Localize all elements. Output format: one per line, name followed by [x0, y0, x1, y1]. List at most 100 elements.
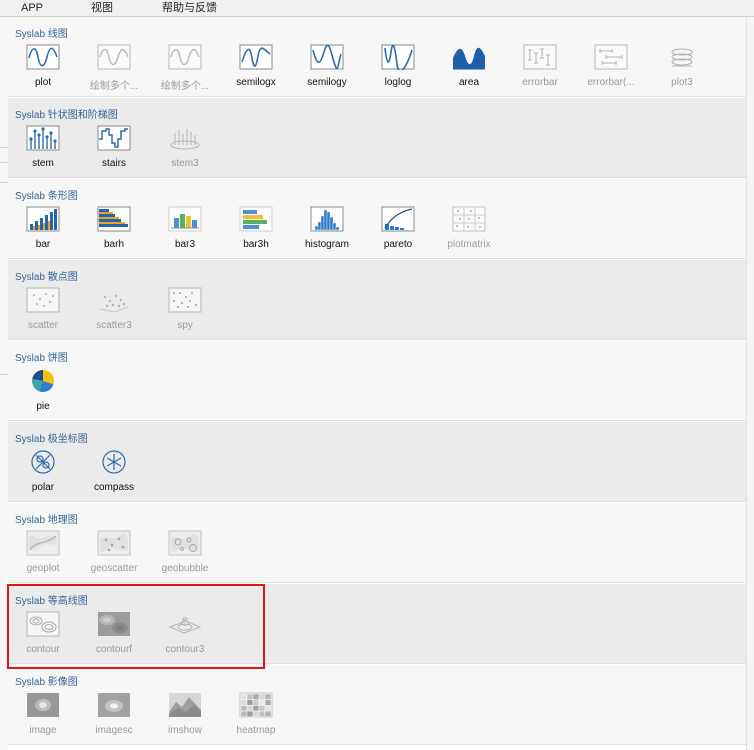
plot-type-label: compass	[93, 482, 134, 493]
plot-multi-icon	[168, 44, 202, 70]
plot-type-label: stem3	[171, 158, 199, 169]
plot-type-button[interactable]: bar	[8, 206, 78, 254]
scatter-icon	[26, 287, 60, 313]
plot-type-button[interactable]: geobubble	[150, 530, 220, 578]
section-title: Syslab 散点图	[15, 272, 78, 283]
plot-type-label: stem	[32, 158, 54, 169]
plot-type-button[interactable]: semilogx	[221, 44, 291, 92]
errorbar-horizontal-icon	[594, 44, 628, 70]
plot-type-button[interactable]: errorbar(...	[576, 44, 646, 92]
plot-type-button[interactable]: 绘制多个...	[79, 44, 149, 92]
plot-type-button[interactable]: polar	[8, 449, 78, 497]
plot-type-label: errorbar(...	[587, 77, 635, 88]
plot-type-button[interactable]: bar3	[150, 206, 220, 254]
plot-type-button[interactable]: scatter	[8, 287, 78, 335]
plot-type-button[interactable]: geoplot	[8, 530, 78, 578]
section-title: Syslab 极坐标图	[15, 434, 88, 445]
plot-type-label: plotmatrix	[447, 239, 491, 250]
plotmatrix-icon	[452, 206, 486, 232]
section-title: Syslab 针状图和阶梯图	[15, 110, 118, 121]
plot-type-button[interactable]: stem	[8, 125, 78, 173]
section-title: Syslab 条形图	[15, 191, 78, 202]
plot-type-label: errorbar	[522, 77, 558, 88]
menu-app[interactable]: APP	[21, 1, 43, 15]
plot-type-button[interactable]: stem3	[150, 125, 220, 173]
plot-type-label: barh	[103, 239, 124, 250]
image-icon	[26, 692, 60, 718]
gallery-section: Syslab 散点图 scatter scatter3 spy	[8, 260, 746, 340]
plot-type-label: spy	[177, 320, 193, 331]
gallery-section: Syslab 地理图 geoplot geoscatter geobubble	[8, 503, 746, 583]
barh-icon	[97, 206, 131, 232]
section-title: Syslab 线图	[15, 29, 68, 40]
histogram-icon	[310, 206, 344, 232]
plot-type-label: bar3h	[243, 239, 269, 250]
plot-type-label: 绘制多个...	[160, 81, 210, 92]
area-icon	[452, 44, 486, 70]
plot-type-button[interactable]: barh	[79, 206, 149, 254]
imagesc-icon	[97, 692, 131, 718]
plot-type-button[interactable]: compass	[79, 449, 149, 497]
plot-type-button[interactable]: imshow	[150, 692, 220, 740]
pareto-icon	[381, 206, 415, 232]
plot-type-label: geoplot	[26, 563, 60, 574]
plot-type-label: imshow	[168, 725, 202, 736]
stairs-icon	[97, 125, 131, 151]
plot-type-label: stairs	[102, 158, 126, 169]
plot-type-label: histogram	[305, 239, 349, 250]
plot-type-label: scatter3	[96, 320, 132, 331]
menu-help[interactable]: 帮助与反馈	[162, 1, 217, 15]
plot-type-button[interactable]: semilogy	[292, 44, 362, 92]
geobubble-icon	[168, 530, 202, 556]
plot-type-button[interactable]: pareto	[363, 206, 433, 254]
plot-type-button[interactable]: stairs	[79, 125, 149, 173]
compass-icon	[97, 449, 131, 475]
plot3-icon	[665, 44, 699, 70]
plot-type-button[interactable]: scatter3	[79, 287, 149, 335]
vertical-scrollbar[interactable]	[746, 17, 754, 750]
plot-type-button[interactable]: histogram	[292, 206, 362, 254]
plot-type-button[interactable]: image	[8, 692, 78, 740]
semilogy-icon	[310, 44, 344, 70]
plot-type-button[interactable]: errorbar	[505, 44, 575, 92]
plot-type-button[interactable]: heatmap	[221, 692, 291, 740]
section-title: Syslab 地理图	[15, 515, 78, 526]
imshow-icon	[168, 692, 202, 718]
section-title: Syslab 饼图	[15, 353, 68, 364]
plot-type-label: loglog	[384, 77, 412, 88]
plot-type-button[interactable]: spy	[150, 287, 220, 335]
spy-icon	[168, 287, 202, 313]
plot-type-button[interactable]: pie	[8, 368, 78, 416]
bar-icon	[26, 206, 60, 232]
plot-line-icon	[26, 44, 60, 70]
plot-type-button[interactable]: plot3	[647, 44, 717, 92]
plot-type-button[interactable]: bar3h	[221, 206, 291, 254]
plot-type-button[interactable]: plot	[8, 44, 78, 92]
plot-type-label: semilogx	[236, 77, 276, 88]
plot-type-label: bar3	[174, 239, 195, 250]
plot-type-label: geoscatter	[90, 563, 138, 574]
heatmap-icon	[239, 692, 273, 718]
menu-view[interactable]: 视图	[91, 1, 113, 15]
menu-bar: APP 视图 帮助与反馈	[0, 0, 754, 17]
plot-type-button[interactable]: geoscatter	[79, 530, 149, 578]
errorbar-icon	[523, 44, 557, 70]
gallery-section: Syslab 线图 plot 绘制多个... 绘制多个... semilogx semil…	[8, 17, 746, 97]
gallery-section: Syslab 影像图 image imagesc imshow heatmap	[8, 665, 746, 745]
plot-type-button[interactable]: area	[434, 44, 504, 92]
plot-type-label: pareto	[383, 239, 413, 250]
plot-type-label: geobubble	[161, 563, 209, 574]
stem3-icon	[168, 125, 202, 151]
plot-type-button[interactable]: imagesc	[79, 692, 149, 740]
plot-type-label: polar	[31, 482, 55, 493]
plot-type-button[interactable]: 绘制多个...	[150, 44, 220, 92]
semilogx-icon	[239, 44, 273, 70]
geoplot-icon	[26, 530, 60, 556]
gallery-section: Syslab 条形图 bar barh bar3 bar3h histogram paret…	[8, 179, 746, 259]
gallery-section: Syslab 饼图 pie	[8, 341, 746, 421]
selection-highlight-box	[7, 584, 265, 669]
plot-type-label: 绘制多个...	[89, 81, 139, 92]
plot-type-button[interactable]: plotmatrix	[434, 206, 504, 254]
stem-icon	[26, 125, 60, 151]
plot-type-button[interactable]: loglog	[363, 44, 433, 92]
